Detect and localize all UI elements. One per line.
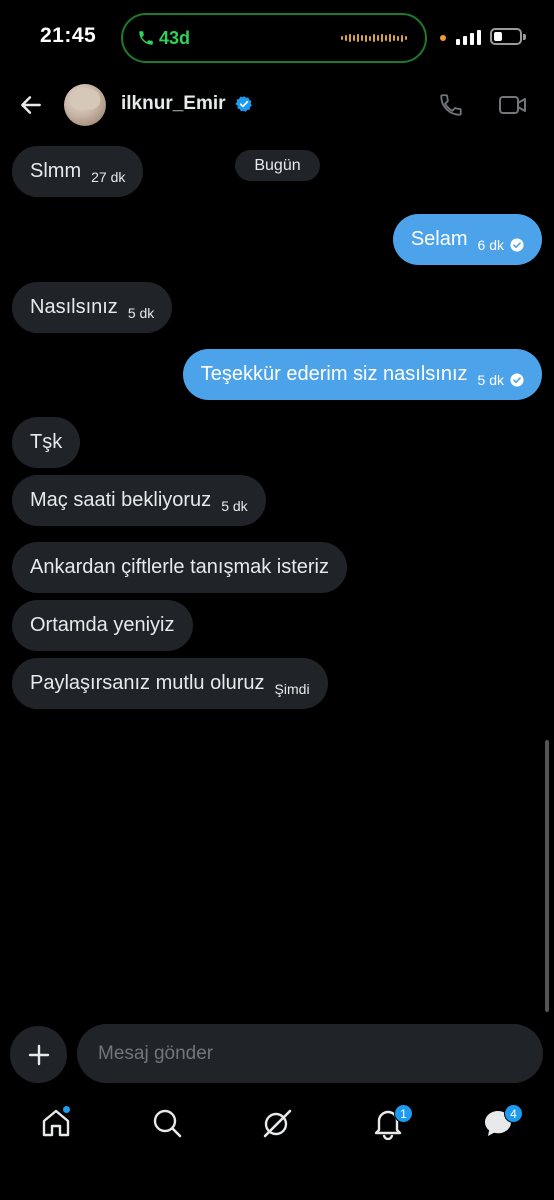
message-bubble-outgoing[interactable]: Teşekkür ederim siz nasılsınız 5 dk <box>182 349 542 400</box>
message-text: Nasılsınız <box>30 296 118 318</box>
scrollbar[interactable] <box>545 740 549 1012</box>
video-call-icon[interactable] <box>498 93 528 117</box>
message-time: Şimdi <box>274 680 310 697</box>
search-icon[interactable] <box>150 1106 184 1140</box>
message-bubble-incoming[interactable]: Maç saati bekliyoruz 5 dk <box>12 475 266 526</box>
messages-badge: 4 <box>504 1104 523 1123</box>
date-separator: Bugün <box>235 150 320 181</box>
message-bubble-incoming[interactable]: Tşk <box>12 417 81 468</box>
message-time: 5 dk <box>127 304 155 321</box>
message-text: Maç saati bekliyoruz <box>30 489 212 511</box>
message-text: Slmm <box>30 160 82 182</box>
grok-icon[interactable] <box>260 1106 294 1140</box>
status-time: 21:45 <box>40 24 97 47</box>
message-text: Tşk <box>30 431 63 453</box>
message-composer[interactable] <box>77 1024 543 1083</box>
plus-icon <box>28 1044 49 1065</box>
message-text: Teşekkür ederim siz nasılsınız <box>200 363 468 385</box>
message-text: Ankardan çiftlerle tanışmak isteriz <box>30 556 330 578</box>
message-time: 5 dk <box>221 497 248 514</box>
seen-check-icon <box>510 237 524 252</box>
back-arrow-icon[interactable] <box>18 92 44 118</box>
recording-indicator-icon <box>440 35 446 41</box>
message-bubble-incoming[interactable]: Ankardan çiftlerle tanışmak isteriz <box>12 542 348 593</box>
phone-icon[interactable] <box>438 92 464 118</box>
add-attachment-button[interactable] <box>10 1026 67 1083</box>
message-bubble-incoming[interactable]: Nasılsınız 5 dk <box>12 282 173 333</box>
audio-wave-icon <box>341 34 407 42</box>
message-bubble-incoming[interactable]: Slmm 27 dk <box>12 146 144 197</box>
message-bubble-outgoing[interactable]: Selam 6 dk <box>392 214 542 265</box>
message-time: 5 dk <box>477 371 504 388</box>
dynamic-island-call[interactable]: 43d <box>121 13 427 63</box>
message-time: 6 dk <box>477 236 504 253</box>
message-text: Ortamda yeniyiz <box>30 614 175 636</box>
message-text: Selam <box>410 228 468 250</box>
avatar[interactable] <box>64 84 106 126</box>
message-input[interactable] <box>77 1024 543 1083</box>
verified-badge-icon <box>235 96 252 112</box>
seen-check-icon <box>510 372 524 387</box>
cellular-signal-icon <box>456 30 481 45</box>
phone-call-icon <box>139 31 153 45</box>
message-bubble-incoming[interactable]: Paylaşırsanız mutlu oluruz Şimdi <box>12 658 328 709</box>
call-duration: 43d <box>159 28 191 48</box>
message-time: 27 dk <box>91 168 126 185</box>
chat-username[interactable]: ilknur_Emir <box>121 93 226 115</box>
message-text: Paylaşırsanız mutlu oluruz <box>30 672 265 694</box>
home-unread-dot <box>62 1105 71 1114</box>
message-bubble-incoming[interactable]: Ortamda yeniyiz <box>12 600 193 651</box>
battery-icon <box>490 28 526 45</box>
notifications-badge: 1 <box>394 1104 413 1123</box>
